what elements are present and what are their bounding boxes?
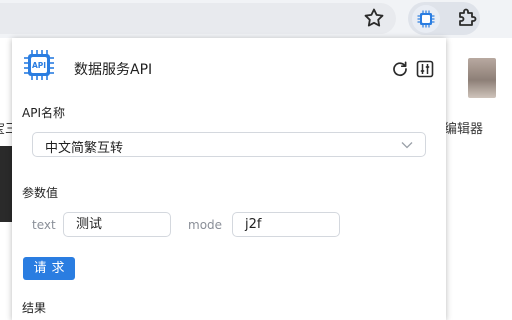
api-logo-icon: API [24, 50, 54, 80]
param-name-text: text [32, 218, 56, 232]
api-extension-button[interactable] [412, 5, 440, 33]
param-input-mode[interactable]: j2f [232, 212, 340, 237]
api-select[interactable]: 中文简繁互转 [32, 132, 426, 157]
params-label: 参数值 [22, 186, 59, 200]
address-bar[interactable] [0, 3, 396, 34]
browser-toolbar [0, 0, 512, 38]
popup-title: 数据服务API [74, 62, 153, 78]
refresh-icon[interactable] [391, 60, 409, 78]
logo-text: API [32, 61, 46, 70]
background-dark-panel [0, 146, 12, 222]
extension-popup: API 数据服务API API名称 中文简繁互转 参数值 text 测试 mod… [12, 38, 446, 320]
star-icon[interactable] [362, 6, 386, 30]
chevron-down-icon [401, 142, 413, 149]
settings-icon[interactable] [416, 60, 434, 78]
background-thumbnail[interactable] [468, 58, 496, 98]
request-button[interactable]: 请求 [23, 257, 75, 280]
puzzle-icon[interactable] [455, 6, 479, 30]
background-right-label[interactable]: 编辑器 [444, 118, 483, 137]
api-select-value: 中文简繁互转 [45, 141, 124, 156]
api-chip-icon [417, 10, 435, 28]
param-input-text[interactable]: 测试 [63, 212, 171, 237]
param-name-mode: mode [188, 218, 223, 232]
api-name-label: API名称 [22, 106, 65, 120]
result-label: 结果 [22, 301, 47, 315]
